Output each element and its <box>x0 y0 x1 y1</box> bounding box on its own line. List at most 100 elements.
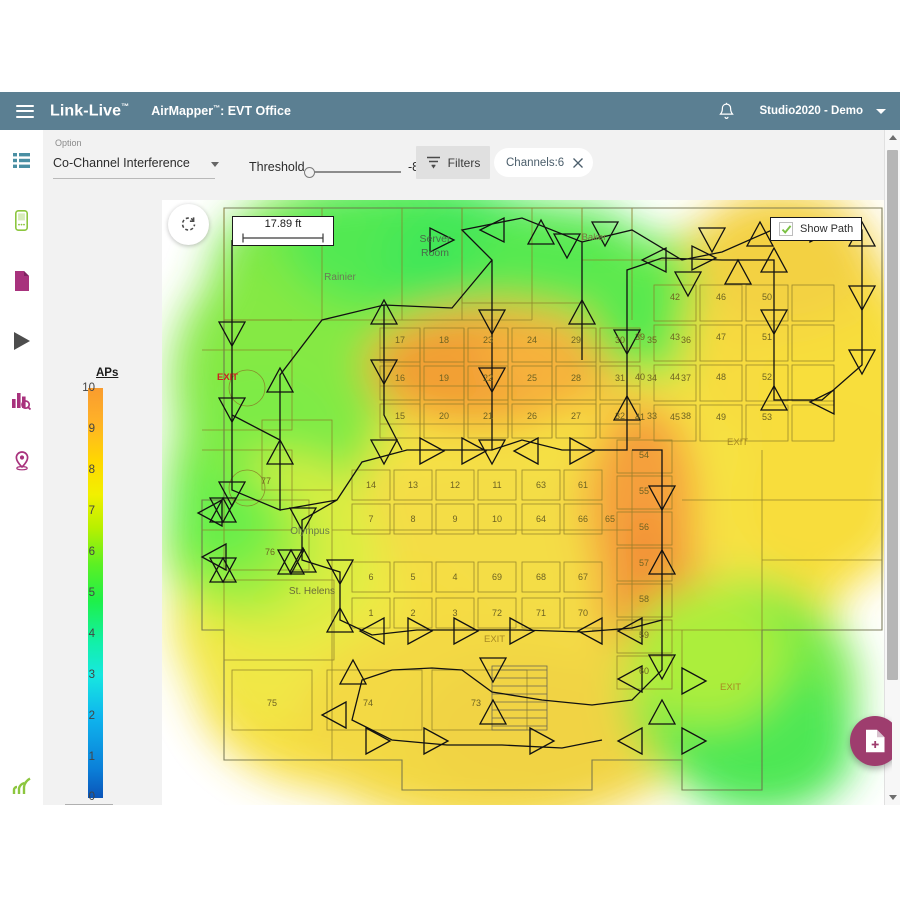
legend-tick-3: 3 <box>88 669 95 681</box>
account-label[interactable]: Studio2020 - Demo <box>759 105 863 117</box>
chevron-down-icon[interactable] <box>211 162 219 167</box>
legend-tick-10: 10 <box>82 382 95 394</box>
svg-text:27: 27 <box>571 411 581 421</box>
svg-text:50: 50 <box>762 292 772 302</box>
brand-tm: ™ <box>121 101 130 111</box>
sidebar-item-location[interactable] <box>0 438 43 483</box>
document-add-icon <box>865 729 884 753</box>
legend-tick-5: 5 <box>88 587 95 599</box>
legend-tick-4: 4 <box>88 628 95 640</box>
threshold-slider[interactable] <box>304 167 401 178</box>
content-panel: Option Co-Channel Interference Threshold… <box>43 130 900 805</box>
svg-text:69: 69 <box>492 572 502 582</box>
heatmap-canvas[interactable]: Server Room Rainier Baker Olympus St. He… <box>162 200 892 805</box>
svg-text:38: 38 <box>681 411 691 421</box>
map-scale-bar: 17.89 ft <box>232 216 334 246</box>
sidebar-bottom <box>0 763 43 808</box>
svg-text:26: 26 <box>527 411 537 421</box>
app-header: Link-Live™ AirMapper ™ : EVT Office Studio… <box>0 92 900 130</box>
brand-logo[interactable]: Link-Live™ <box>50 102 129 120</box>
room-label-st-helens: St. Helens <box>289 586 335 597</box>
svg-text:45: 45 <box>670 412 680 422</box>
threshold-slider-knob[interactable] <box>304 167 315 178</box>
sidebar-item-reports[interactable] <box>0 258 43 303</box>
svg-text:9: 9 <box>452 514 457 524</box>
svg-text:57: 57 <box>639 558 649 568</box>
svg-text:67: 67 <box>578 572 588 582</box>
add-report-fab[interactable] <box>850 716 892 766</box>
caret-down-icon <box>888 795 897 800</box>
svg-text:71: 71 <box>536 608 546 618</box>
svg-text:20: 20 <box>439 411 449 421</box>
svg-text:63: 63 <box>536 480 546 490</box>
select-underline <box>53 178 215 179</box>
filters-label: Filters <box>447 155 481 170</box>
sidebar-item-analytics[interactable] <box>0 378 43 423</box>
page-title-sub: : EVT Office <box>220 104 291 118</box>
document-icon <box>14 270 29 291</box>
rotate-map-button[interactable] <box>168 204 209 245</box>
svg-text:72: 72 <box>492 608 502 618</box>
brand-text: Link-Live <box>50 102 122 120</box>
svg-text:21: 21 <box>483 411 493 421</box>
show-path-toggle[interactable]: Show Path <box>770 217 863 241</box>
airmapper-app: Link-Live™ AirMapper ™ : EVT Office Studio… <box>0 0 900 900</box>
rotate-icon <box>181 217 196 231</box>
svg-text:73: 73 <box>471 698 481 708</box>
sidebar-item-list-view[interactable] <box>0 138 43 183</box>
svg-text:8: 8 <box>410 514 415 524</box>
svg-text:1: 1 <box>368 608 373 618</box>
legend-tick-8: 8 <box>88 464 95 476</box>
scrollbar-thumb[interactable] <box>887 150 898 680</box>
metric-select[interactable]: Co-Channel Interference <box>53 156 233 179</box>
sidebar-item-device[interactable] <box>0 198 43 243</box>
svg-text:52: 52 <box>762 372 772 382</box>
option-label: Option <box>55 138 82 148</box>
svg-text:17: 17 <box>395 335 405 345</box>
svg-text:2: 2 <box>410 608 415 618</box>
close-icon[interactable] <box>572 157 584 169</box>
svg-text:35: 35 <box>647 335 657 345</box>
svg-text:12: 12 <box>450 480 460 490</box>
svg-text:65: 65 <box>605 514 615 524</box>
svg-text:56: 56 <box>639 522 649 532</box>
svg-text:14: 14 <box>366 480 376 490</box>
svg-text:49: 49 <box>716 412 726 422</box>
sidebar-item-wifi[interactable] <box>0 763 43 808</box>
svg-text:41: 41 <box>635 412 645 422</box>
exit-label-southeast: EXIT <box>720 682 741 693</box>
map-pin-icon <box>15 450 28 470</box>
svg-text:37: 37 <box>681 373 691 383</box>
vertical-scrollbar[interactable] <box>884 130 900 805</box>
svg-text:60: 60 <box>639 666 649 676</box>
svg-text:42: 42 <box>670 292 680 302</box>
check-icon <box>781 224 791 234</box>
filters-button[interactable]: Filters <box>416 146 490 179</box>
svg-text:58: 58 <box>639 594 649 604</box>
svg-text:44: 44 <box>670 372 680 382</box>
svg-text:76: 76 <box>265 547 275 557</box>
scroll-down-button[interactable] <box>885 790 900 805</box>
svg-text:23: 23 <box>483 335 493 345</box>
scroll-up-button[interactable] <box>885 130 900 145</box>
header-right: Studio2020 - Demo <box>718 102 900 120</box>
legend-tick-7: 7 <box>88 505 95 517</box>
heatmap-svg: Server Room Rainier Baker Olympus St. He… <box>162 200 892 805</box>
chevron-down-icon[interactable] <box>876 108 886 114</box>
bell-icon[interactable] <box>718 102 735 120</box>
show-path-checkbox[interactable] <box>779 222 793 236</box>
legend-tick-2: 2 <box>88 710 95 722</box>
svg-text:11: 11 <box>492 480 501 490</box>
legend-tick-0: 0 <box>88 791 95 803</box>
list-icon <box>13 153 30 168</box>
play-icon <box>13 331 30 350</box>
legend-tick-9: 9 <box>88 423 95 435</box>
hamburger-icon[interactable] <box>16 104 34 118</box>
svg-text:59: 59 <box>639 630 649 640</box>
svg-text:5: 5 <box>410 572 415 582</box>
legend-tick-1: 1 <box>88 751 95 763</box>
page-title-app: AirMapper <box>151 104 214 118</box>
sidebar-item-play[interactable] <box>0 318 43 363</box>
filter-chip-channels[interactable]: Channels:6 <box>494 148 594 177</box>
exit-label-west: EXIT <box>217 372 238 383</box>
